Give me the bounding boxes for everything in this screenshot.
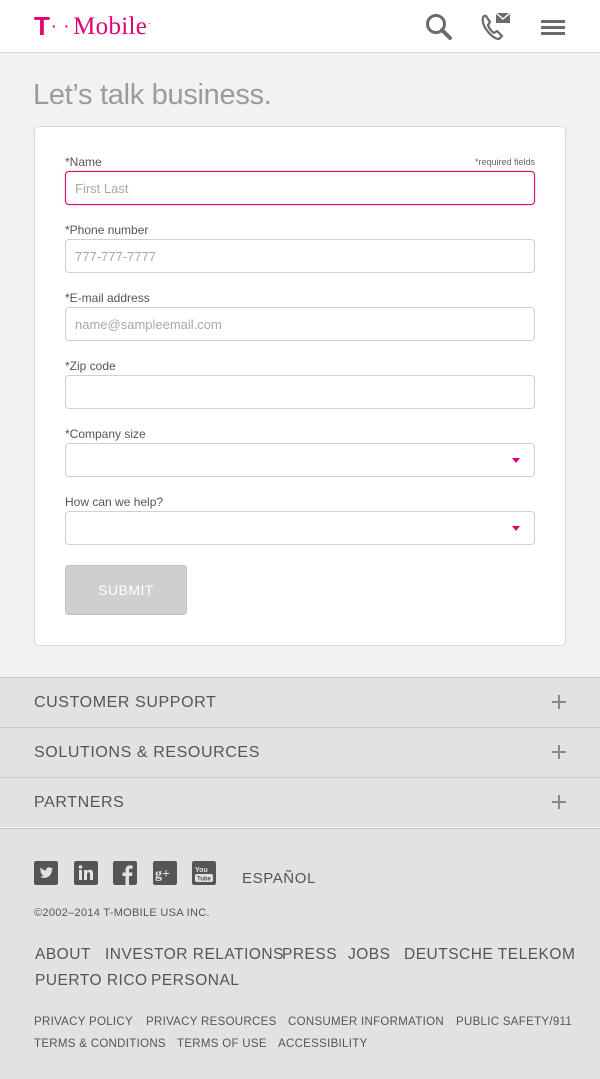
page-title: Let’s talk business.: [33, 79, 272, 111]
accordion-partners[interactable]: PARTNERS: [0, 777, 600, 827]
youtube-icon[interactable]: You Tube: [192, 861, 216, 885]
name-label: *Name: [65, 155, 102, 169]
accordion-solutions-resources[interactable]: SOLUTIONS & RESOURCES: [0, 727, 600, 777]
dropdown-caret-icon: [512, 526, 520, 531]
expand-plus-icon[interactable]: [552, 695, 566, 709]
logo-t: T: [34, 11, 50, 41]
expand-plus-icon[interactable]: [552, 795, 566, 809]
hamburger-menu-icon[interactable]: [537, 12, 567, 42]
company-size-label: *Company size: [65, 427, 146, 441]
help-select[interactable]: [65, 511, 535, 545]
accordion-label: SOLUTIONS & RESOURCES: [34, 744, 260, 761]
copyright: ©2002–2014 T-MOBILE USA INC.: [34, 907, 210, 919]
footer-link-press[interactable]: PRESS: [282, 946, 337, 964]
email-label: *E-mail address: [65, 291, 150, 305]
site-footer: g+ You Tube ESPAÑOL ©2002–2014 T-MOBILE …: [0, 828, 600, 1079]
phone-label: *Phone number: [65, 223, 149, 237]
twitter-icon[interactable]: [34, 861, 58, 885]
zip-label: *Zip code: [65, 359, 116, 373]
footer-link-privacy-resources[interactable]: PRIVACY RESOURCES: [146, 1016, 277, 1028]
expand-plus-icon[interactable]: [552, 745, 566, 759]
facebook-icon[interactable]: [113, 861, 137, 885]
name-input[interactable]: First Last: [65, 171, 535, 205]
phone-input[interactable]: 777-777-7777: [65, 239, 535, 273]
svg-text:You: You: [195, 867, 208, 874]
zip-input[interactable]: [65, 375, 535, 409]
contact-form: *Name *required fields First Last *Phone…: [34, 126, 566, 646]
company-size-select[interactable]: [65, 443, 535, 477]
logo-dots: · ·: [51, 18, 72, 34]
footer-link-privacy-policy[interactable]: PRIVACY POLICY: [34, 1016, 133, 1028]
footer-link-public-safety[interactable]: PUBLIC SAFETY/911: [456, 1016, 572, 1028]
linkedin-icon[interactable]: [74, 861, 98, 885]
accordion-customer-support[interactable]: CUSTOMER SUPPORT: [0, 677, 600, 727]
site-header: T · · Mobile ·: [0, 0, 600, 53]
footer-link-deutsche-telekom[interactable]: DEUTSCHE TELEKOM: [404, 946, 575, 964]
footer-link-investor-relations[interactable]: INVESTOR RELATIONS: [105, 946, 284, 964]
footer-link-puerto-rico[interactable]: PUERTO RICO: [35, 972, 148, 990]
footer-link-jobs[interactable]: JOBS: [348, 946, 390, 964]
google-plus-icon[interactable]: g+: [153, 861, 177, 885]
footer-link-personal[interactable]: PERSONAL: [151, 972, 239, 990]
footer-link-accessibility[interactable]: ACCESSIBILITY: [278, 1038, 368, 1050]
footer-link-about[interactable]: ABOUT: [35, 946, 91, 964]
accordion-label: CUSTOMER SUPPORT: [34, 694, 217, 711]
footer-link-consumer-information[interactable]: CONSUMER INFORMATION: [288, 1016, 444, 1028]
submit-button[interactable]: SUBMIT: [65, 565, 187, 615]
logo-word: Mobile: [73, 12, 148, 40]
espanol-link[interactable]: ESPAÑOL: [242, 870, 316, 887]
email-input[interactable]: name@sampleemail.com: [65, 307, 535, 341]
search-icon[interactable]: [422, 10, 456, 44]
dropdown-caret-icon: [512, 458, 520, 463]
required-fields-note: *required fields: [474, 157, 535, 167]
phone-email-icon[interactable]: [478, 10, 512, 44]
help-label: How can we help?: [65, 495, 164, 509]
accordion-label: PARTNERS: [34, 794, 125, 811]
footer-link-terms-conditions[interactable]: TERMS & CONDITIONS: [34, 1038, 166, 1050]
logo-mark: ·: [148, 18, 152, 28]
svg-text:g+: g+: [155, 867, 170, 882]
footer-link-terms-of-use[interactable]: TERMS OF USE: [177, 1038, 267, 1050]
tmobile-logo[interactable]: T · · Mobile ·: [34, 12, 151, 40]
svg-text:Tube: Tube: [197, 877, 212, 883]
